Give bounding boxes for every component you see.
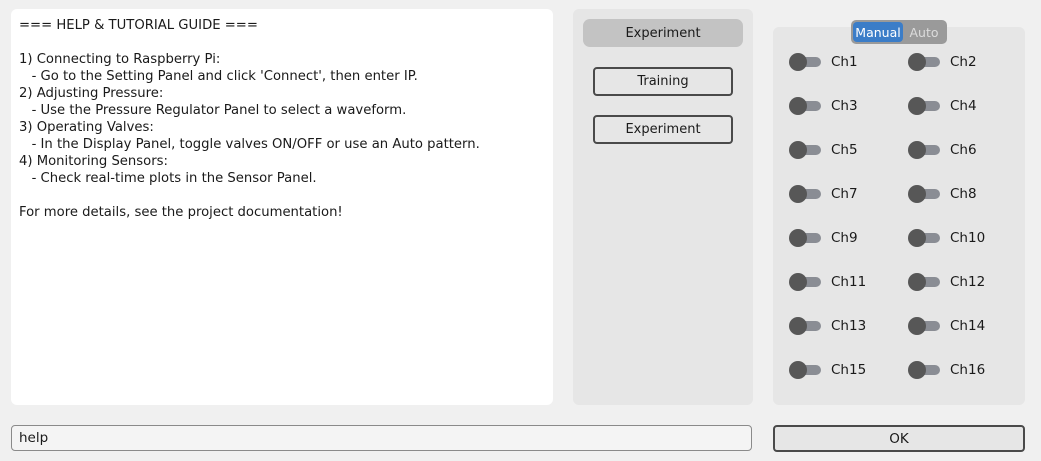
- toggle-knob: [908, 97, 926, 115]
- toggle-switch[interactable]: [908, 316, 942, 336]
- toggle-knob: [789, 97, 807, 115]
- channel-label: Ch6: [950, 142, 977, 158]
- toggle-knob: [908, 273, 926, 291]
- valve-toggle-ch6[interactable]: Ch6: [908, 140, 977, 160]
- valve-toggle-ch13[interactable]: Ch13: [789, 316, 866, 336]
- valve-toggle-ch3[interactable]: Ch3: [789, 96, 858, 116]
- channel-label: Ch1: [831, 54, 858, 70]
- command-input[interactable]: [11, 425, 752, 451]
- channel-label: Ch5: [831, 142, 858, 158]
- valve-toggle-ch15[interactable]: Ch15: [789, 360, 866, 380]
- mode-panel: Experiment Training Experiment: [573, 9, 753, 405]
- toggle-switch[interactable]: [789, 272, 823, 292]
- valve-toggle-ch11[interactable]: Ch11: [789, 272, 866, 292]
- toggle-switch[interactable]: [789, 96, 823, 116]
- toggle-knob: [789, 185, 807, 203]
- valve-panel: [773, 27, 1025, 405]
- toggle-knob: [908, 185, 926, 203]
- channel-label: Ch11: [831, 274, 867, 290]
- toggle-switch[interactable]: [908, 272, 942, 292]
- toggle-knob: [789, 53, 807, 71]
- channel-label: Ch2: [950, 54, 977, 70]
- channel-label: Ch16: [950, 362, 986, 378]
- toggle-switch[interactable]: [908, 184, 942, 204]
- channel-label: Ch3: [831, 98, 858, 114]
- experiment-button[interactable]: Experiment: [593, 115, 733, 144]
- toggle-knob: [908, 229, 926, 247]
- toggle-knob: [789, 317, 807, 335]
- training-button[interactable]: Training: [593, 67, 733, 96]
- toggle-switch[interactable]: [908, 228, 942, 248]
- channel-label: Ch13: [831, 318, 867, 334]
- toggle-knob: [789, 273, 807, 291]
- current-mode-label: Experiment: [583, 19, 743, 47]
- valve-toggle-ch8[interactable]: Ch8: [908, 184, 977, 204]
- channel-label: Ch15: [831, 362, 867, 378]
- toggle-knob: [789, 229, 807, 247]
- valve-toggle-ch14[interactable]: Ch14: [908, 316, 985, 336]
- valve-toggle-ch4[interactable]: Ch4: [908, 96, 977, 116]
- channel-label: Ch4: [950, 98, 977, 114]
- valve-toggle-ch9[interactable]: Ch9: [789, 228, 858, 248]
- ok-button[interactable]: OK: [773, 425, 1025, 452]
- toggle-switch[interactable]: [908, 96, 942, 116]
- help-text-area[interactable]: === HELP & TUTORIAL GUIDE === 1) Connect…: [11, 9, 553, 405]
- manual-auto-switch[interactable]: Manual Auto: [851, 20, 947, 44]
- valve-toggle-ch16[interactable]: Ch16: [908, 360, 985, 380]
- toggle-switch[interactable]: [789, 316, 823, 336]
- toggle-switch[interactable]: [789, 184, 823, 204]
- manual-option[interactable]: Manual: [853, 22, 903, 42]
- toggle-switch[interactable]: [908, 52, 942, 72]
- toggle-knob: [789, 361, 807, 379]
- toggle-knob: [908, 141, 926, 159]
- toggle-switch[interactable]: [789, 140, 823, 160]
- toggle-switch[interactable]: [908, 360, 942, 380]
- valve-toggle-ch5[interactable]: Ch5: [789, 140, 858, 160]
- channel-label: Ch10: [950, 230, 986, 246]
- channel-label: Ch9: [831, 230, 858, 246]
- channel-label: Ch14: [950, 318, 986, 334]
- valve-toggle-ch1[interactable]: Ch1: [789, 52, 858, 72]
- channel-label: Ch8: [950, 186, 977, 202]
- valve-toggle-ch12[interactable]: Ch12: [908, 272, 985, 292]
- valve-toggle-ch7[interactable]: Ch7: [789, 184, 858, 204]
- toggle-switch[interactable]: [789, 360, 823, 380]
- valve-toggle-ch2[interactable]: Ch2: [908, 52, 977, 72]
- toggle-knob: [908, 53, 926, 71]
- toggle-switch[interactable]: [908, 140, 942, 160]
- toggle-knob: [789, 141, 807, 159]
- channel-label: Ch7: [831, 186, 858, 202]
- valve-toggle-ch10[interactable]: Ch10: [908, 228, 985, 248]
- toggle-knob: [908, 317, 926, 335]
- toggle-switch[interactable]: [789, 52, 823, 72]
- auto-option[interactable]: Auto: [903, 22, 945, 42]
- toggle-switch[interactable]: [789, 228, 823, 248]
- toggle-knob: [908, 361, 926, 379]
- channel-label: Ch12: [950, 274, 986, 290]
